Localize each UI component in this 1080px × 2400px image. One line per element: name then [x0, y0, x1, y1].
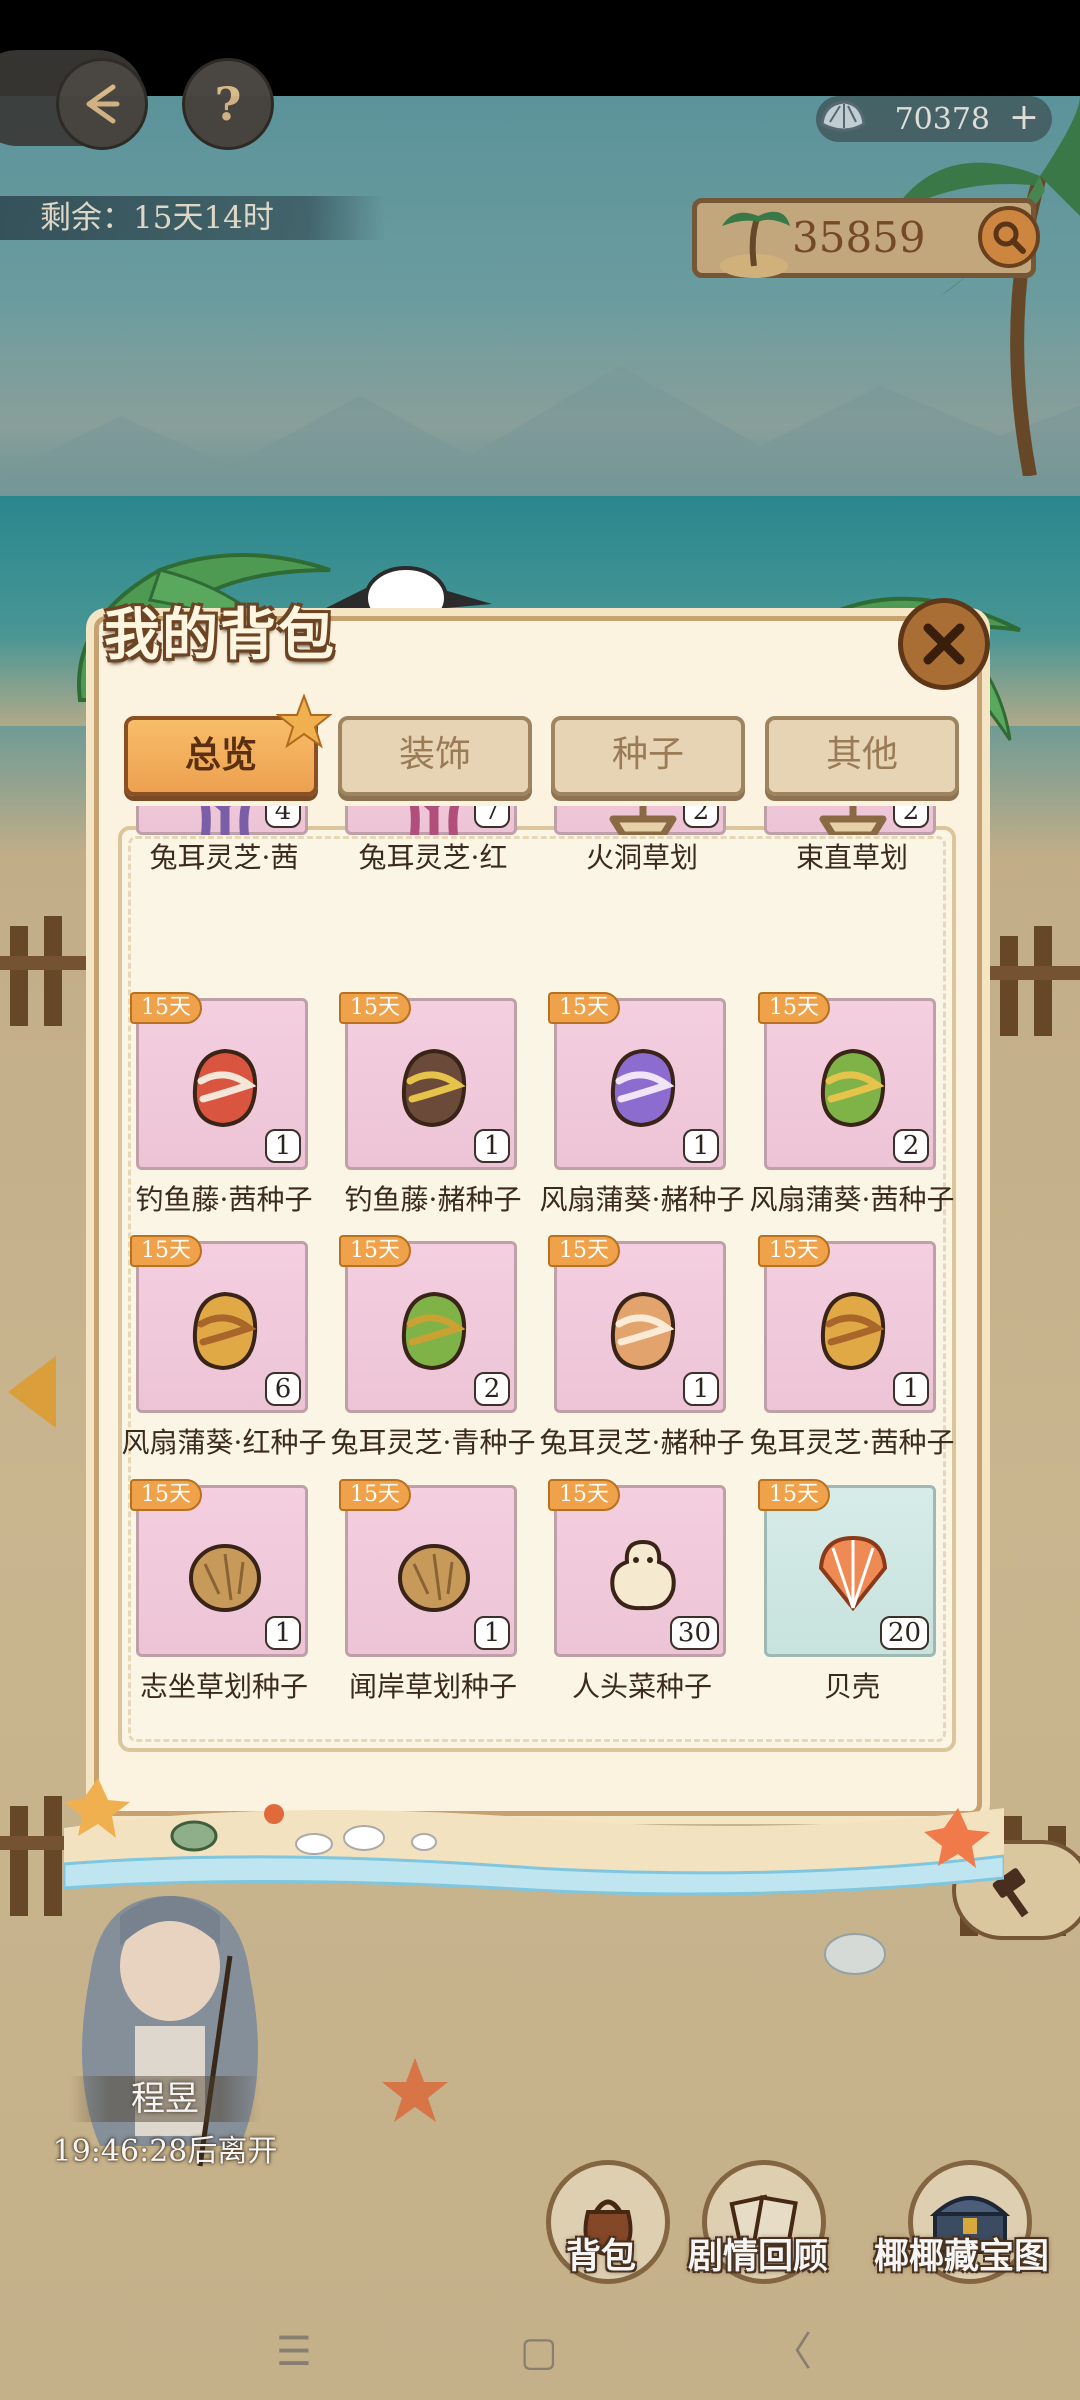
item-name: 贝壳 [823, 1670, 880, 1703]
expiry-badge: 15天 [130, 992, 202, 1024]
expiry-badge: 15天 [548, 992, 620, 1024]
close-icon [923, 623, 965, 665]
tab-other[interactable]: 其他 [765, 716, 959, 796]
item-count: 2 [474, 1372, 510, 1406]
bulb-icon [610, 1539, 676, 1611]
shell-icon [818, 1535, 888, 1612]
starfish-icon [276, 694, 332, 749]
expiry-badge: 15天 [339, 1235, 411, 1267]
item-count: 30 [669, 1616, 719, 1650]
item-count: 6 [265, 1372, 301, 1406]
coconut-icon [398, 1544, 470, 1612]
seed-icon [610, 1048, 676, 1128]
seed-icon [401, 1291, 467, 1371]
expiry-badge: 15天 [130, 1235, 202, 1267]
close-button[interactable] [898, 598, 990, 690]
item-count: 1 [265, 1616, 301, 1650]
seed-icon [401, 1048, 467, 1128]
seed-icon [820, 1291, 886, 1371]
expiry-badge: 15天 [758, 992, 830, 1024]
expiry-badge: 15天 [339, 992, 411, 1024]
expiry-badge: 15天 [548, 1235, 620, 1267]
seed-icon [192, 1048, 258, 1128]
seed-icon [192, 1291, 258, 1371]
item-count: 1 [265, 1129, 301, 1163]
expiry-badge: 15天 [548, 1479, 620, 1511]
tab-decoration[interactable]: 装饰 [338, 716, 532, 796]
item-count: 1 [683, 1372, 719, 1406]
tab-seeds[interactable]: 种子 [551, 716, 745, 796]
item-count: 1 [893, 1372, 929, 1406]
beach-decoration [64, 1778, 1004, 1896]
status-bar [0, 0, 1080, 96]
item-count: 1 [474, 1616, 510, 1650]
expiry-badge: 15天 [758, 1479, 830, 1511]
item-name: 束直草划 [795, 841, 908, 874]
item-count: 1 [474, 1129, 510, 1163]
seed-icon [610, 1291, 676, 1371]
seed-icon [820, 1048, 886, 1128]
item-count: 20 [879, 1616, 929, 1650]
panel-title: 我的背包 [104, 602, 336, 668]
item-count: 1 [683, 1129, 719, 1163]
item-count: 2 [893, 1129, 929, 1163]
expiry-badge: 15天 [339, 1479, 411, 1511]
expiry-badge: 15天 [758, 1235, 830, 1267]
coconut-icon [189, 1544, 261, 1612]
item-name: 兔耳灵芝·茜种子 [749, 1426, 955, 1459]
expiry-badge: 15天 [130, 1479, 202, 1511]
item-name: 风扇蒲葵·茜种子 [749, 1183, 955, 1216]
